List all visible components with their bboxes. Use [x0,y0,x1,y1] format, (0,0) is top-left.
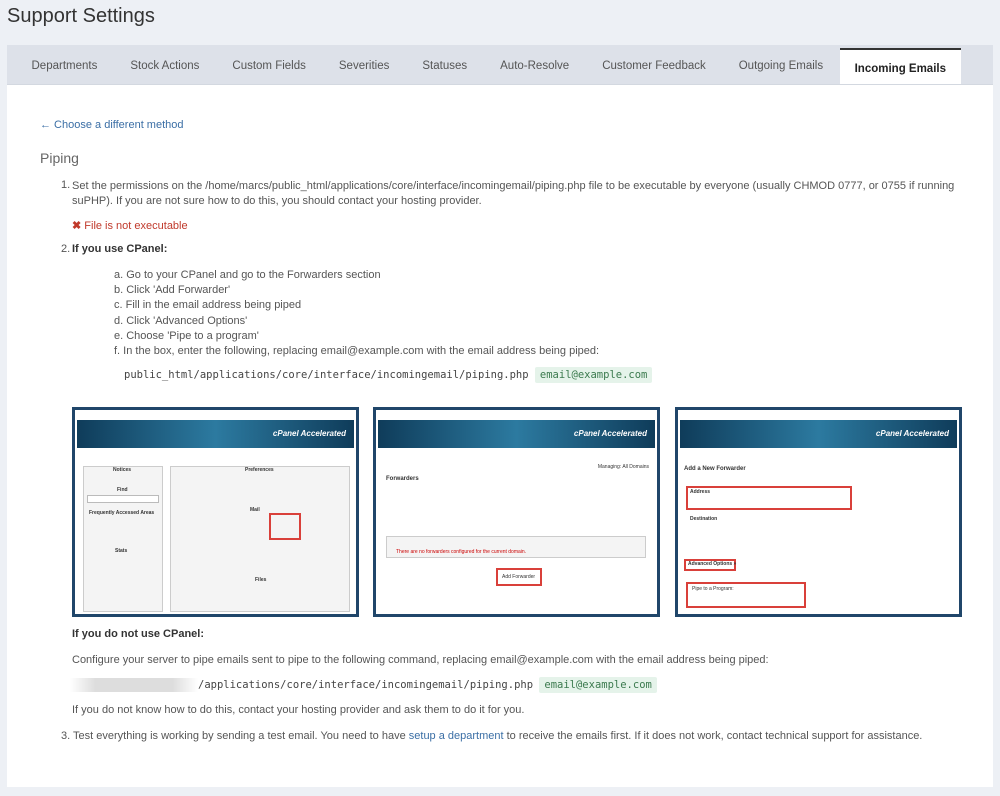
tab-incoming-emails[interactable]: Incoming Emails [839,48,961,84]
step3: 3. Test everything is working by sending… [61,730,922,742]
step3-text: Test everything is working by sending a … [73,730,409,742]
choose-different-method-link[interactable]: ← Choose a different method [40,119,184,131]
tab-customer-feedback[interactable]: Customer Feedback [586,45,723,84]
screenshot-add-forwarder: cPanel Accelerated Add a New Forwarder A… [675,407,962,617]
cpanel-heading: If you use CPanel: [72,243,168,255]
substep: a. Go to your CPanel and go to the Forwa… [114,269,381,281]
label: There are no forwarders configured for t… [396,549,527,555]
page-title: Support Settings [7,5,155,27]
tab-statuses[interactable]: Statuses [406,45,484,84]
tab-custom-fields[interactable]: Custom Fields [216,45,323,84]
substep: e. Choose 'Pipe to a program' [114,329,259,342]
no-cpanel-text: Configure your server to pipe emails sen… [72,654,769,666]
substep: c. Fill in the email address being piped [114,299,302,312]
error-text: File is not executable [84,220,188,232]
code-path: /applications/core/interface/incomingema… [198,679,534,691]
no-cpanel-heading: If you do not use CPanel: [72,628,205,640]
setup-department-link[interactable]: setup a department [409,730,504,742]
section-notices: Notices [113,467,132,473]
substeps-list: a. Go to your CPanel and go to the Forwa… [114,268,599,359]
label: Pipe to a Program: [692,586,734,592]
substep: d. Click 'Advanced Options' [114,314,248,327]
section-files: Files [255,577,267,583]
section-mail: Mail [250,507,260,513]
screenshot-cpanel-home: cPanel Accelerated Notices Find Frequent… [72,407,359,617]
tab-severities[interactable]: Severities [322,45,406,84]
section-title: Piping [40,150,79,166]
section-find: Find [117,487,128,493]
section-preferences: Preferences [245,467,274,473]
cpanel-command: public_html/applications/core/interface/… [124,367,653,383]
section-stats: Stats [115,548,128,554]
substep: b. Click 'Add Forwarder' [114,284,231,297]
substep: f. In the box, enter the following, repl… [114,345,600,358]
code-email: email@example.com [539,677,657,693]
step3-text-end: to receive the emails first. If it does … [503,730,923,742]
label: Managing: All Domains [597,464,649,470]
screenshot-forwarders: cPanel Accelerated Managing: All Domains… [373,407,660,617]
brand: cPanel Accelerated [875,429,949,438]
label: Advanced Options » [688,561,737,567]
label: Destination [690,516,718,522]
tab-bar: Departments Stock Actions Custom Fields Sev… [7,45,993,85]
step-number: 2. [61,243,71,255]
section-frequently-accessed: Frequently Accessed Areas [89,510,155,516]
no-cpanel-help: If you do not know how to do this, conta… [72,704,525,716]
cross-icon: ✖ [72,220,82,232]
error-status: ✖ File is not executable [72,219,188,232]
label: Forwarders [386,476,419,482]
code-path: public_html/applications/core/interface/… [124,369,529,381]
step-number: 1. [61,179,71,191]
no-cpanel-command: /applications/core/interface/incomingema… [70,677,657,693]
find-input [87,495,159,503]
brand: cPanel Accelerated [573,429,647,438]
label: Add a New Forwarder [684,466,746,472]
tab-outgoing-emails[interactable]: Outgoing Emails [722,45,839,84]
redacted-path [70,678,198,692]
step1-text: Set the permissions on the /home/marcs/p… [72,180,955,207]
label: Add Forwarder [502,574,536,580]
label: Address [690,489,711,495]
tab-departments[interactable]: Departments [15,45,114,84]
tab-stock-actions[interactable]: Stock Actions [114,45,216,84]
step-number: 3. [61,730,71,742]
tab-auto-resolve[interactable]: Auto-Resolve [484,45,586,84]
code-email: email@example.com [534,367,653,383]
brand: cPanel Accelerated [272,429,346,438]
